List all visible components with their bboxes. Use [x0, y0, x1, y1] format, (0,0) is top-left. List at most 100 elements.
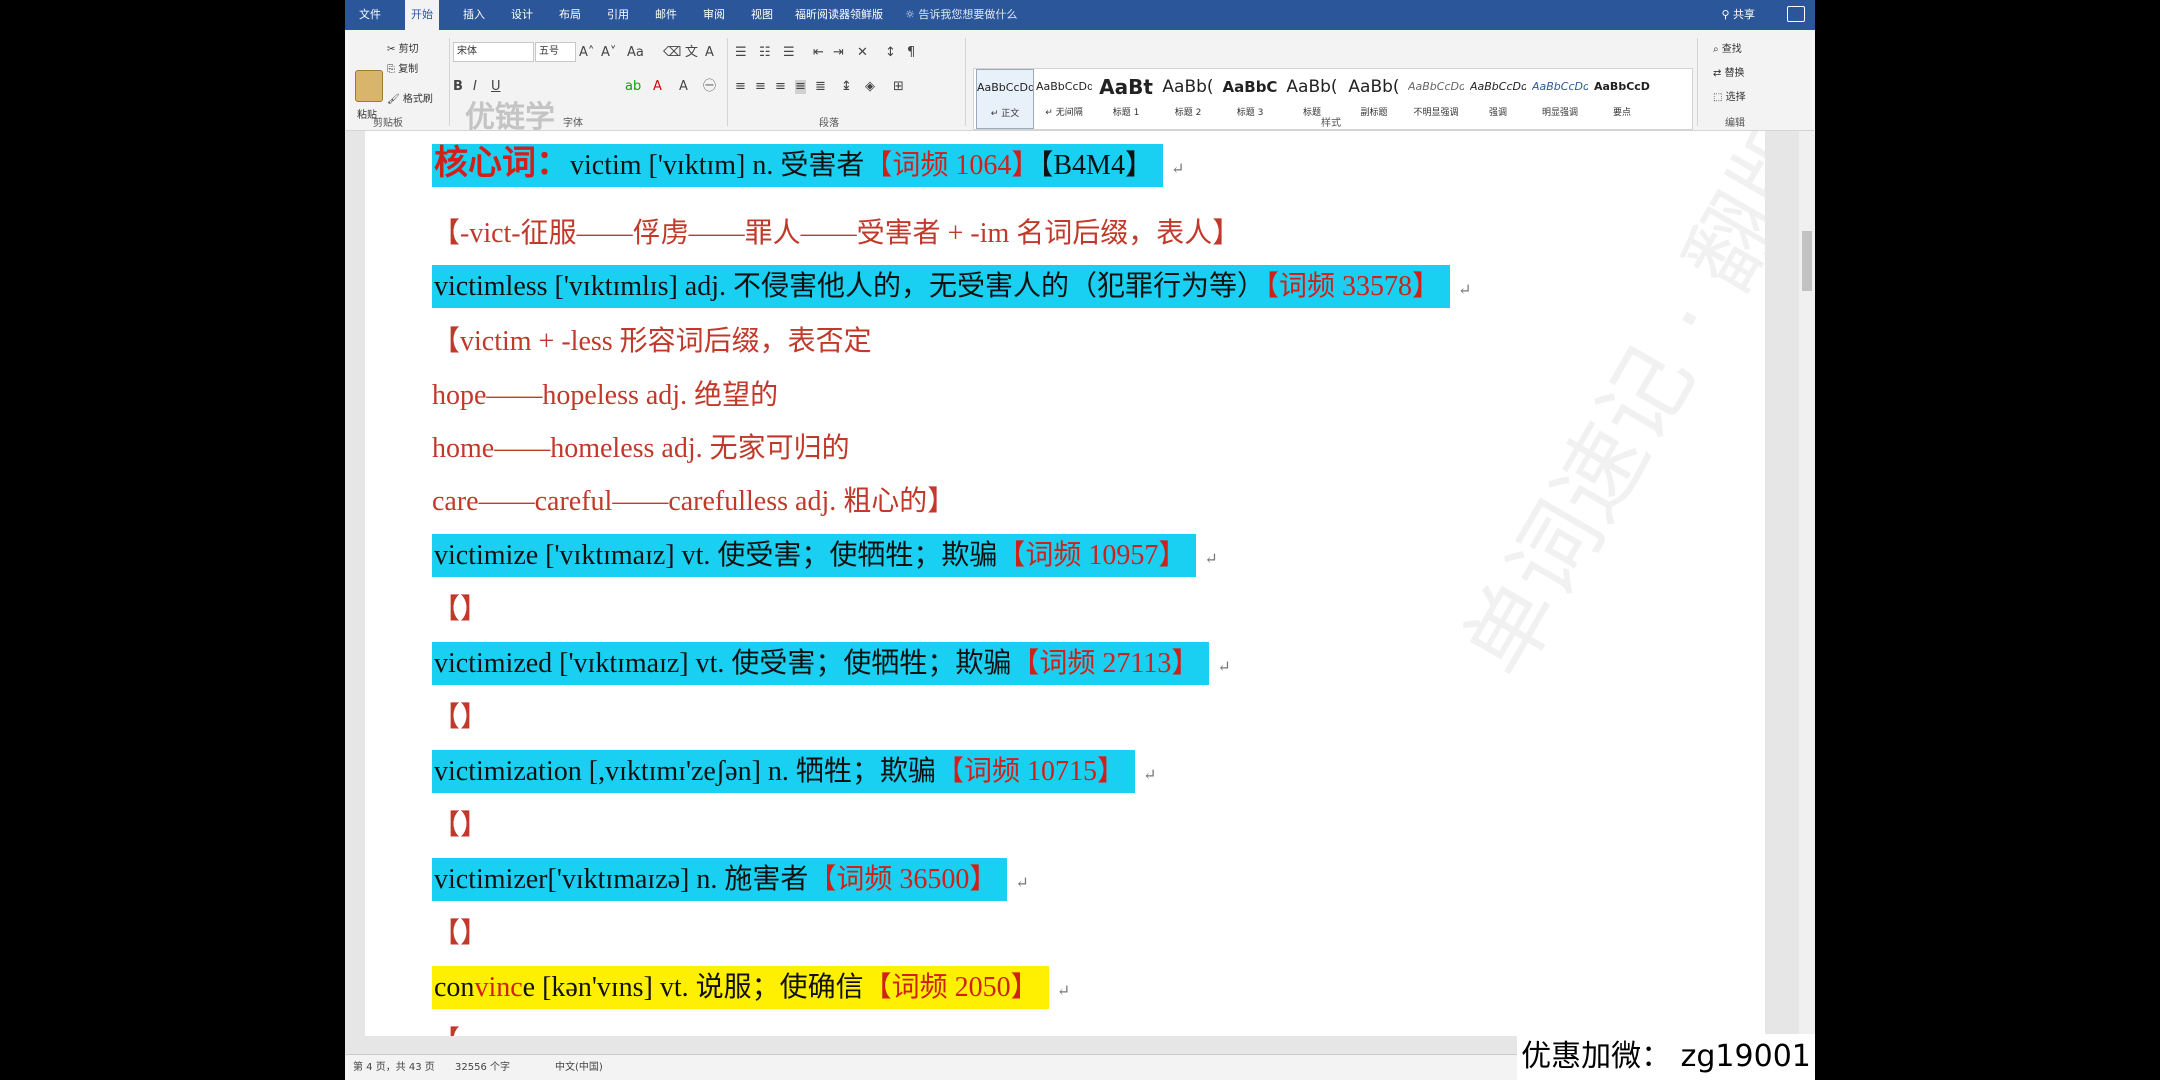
page-count[interactable]: 第 4 页，共 43 页 [353, 1055, 435, 1080]
decrease-indent-icon[interactable]: ⇤ [813, 46, 824, 60]
entry-text: victim ['vɪktɪm] n. 受害者 [570, 150, 865, 181]
root: vinc [474, 972, 523, 1003]
bracket-text: 【】 [432, 702, 489, 733]
tab-review[interactable]: 审阅 [697, 0, 731, 30]
bracket-line: 【】 [432, 695, 488, 735]
style-name: 标题 2 [1174, 108, 1202, 118]
bullets-icon[interactable]: ☰ [735, 46, 747, 60]
style-emphasis[interactable]: AaBbCcDd 强调 [1470, 69, 1526, 127]
style-no-spacing[interactable]: AaBbCcDd ↵ 无间隔 [1036, 69, 1092, 127]
style-heading-2[interactable]: AaBb( 标题 2 [1160, 69, 1216, 127]
style-subtle-emphasis[interactable]: AaBbCcDd 不明显强调 [1408, 69, 1464, 127]
font-group-label: 字体 [563, 118, 583, 129]
align-center-icon[interactable]: ≡ [755, 80, 766, 94]
shrink-font-icon[interactable]: A˅ [601, 46, 616, 60]
highlight-icon[interactable]: ab [625, 80, 641, 94]
replace-button[interactable]: ⇄ 替换 [1713, 64, 1745, 79]
enclose-char-icon[interactable]: ㊀ [703, 80, 716, 94]
bracket-text: 【】 [432, 810, 489, 841]
tab-view[interactable]: 视图 [745, 0, 779, 30]
tab-home[interactable]: 开始 [405, 0, 439, 30]
char-shading-icon[interactable]: A [679, 80, 688, 94]
divider [1697, 38, 1698, 126]
style-sample: AaBb( [1286, 77, 1338, 97]
style-subtitle[interactable]: AaBb(副标题 [1346, 69, 1402, 127]
vertical-scrollbar[interactable] [1799, 131, 1815, 1036]
entry-victimless: victimless ['vɪktɪmlɪs] adj. 不侵害他人的，无受害人… [432, 264, 1471, 308]
language[interactable]: 中文(中国) [555, 1055, 603, 1080]
font-name-select[interactable]: 宋体 [453, 42, 534, 62]
copy-button[interactable]: ⎘ 复制 [387, 60, 418, 75]
chinese-layout-icon[interactable]: ✕ [857, 46, 868, 60]
underline-icon[interactable]: U [491, 80, 501, 94]
frequency: 【词频 27113】 [1011, 648, 1200, 679]
entry-victim: 核心词：victim ['vɪktɪm] n. 受害者【词频 1064】【B4M… [432, 135, 1184, 187]
tab-file[interactable]: 文件 [353, 0, 387, 30]
format-painter-button[interactable]: 🖌 格式刷 [387, 90, 433, 105]
justify-icon[interactable]: ≡ [795, 80, 806, 94]
frequency: 【词频 33578】 [1265, 271, 1441, 302]
tab-foxit[interactable]: 福昕阅读器领鲜版 [789, 0, 889, 30]
style-sample: AaBt [1099, 75, 1153, 99]
style-name: 要点 [1612, 108, 1631, 118]
entry-text: victimize ['vɪktɪmaɪz] vt. 使受害；使牺牲；欺骗 [434, 540, 998, 571]
grow-font-icon[interactable]: A˄ [579, 46, 594, 60]
document-area: 单词速记 · 翻版必究 核心词：victim ['vɪktɪm] n. 受害者【… [345, 131, 1799, 1036]
bracket-text: 【】 [432, 918, 489, 949]
entry-convince: convince [kən'vɪns] vt. 说服；使确信【词频 2050】 ↵ [432, 965, 1070, 1009]
style-sample: AaBb( [1162, 77, 1214, 97]
clear-format-icon[interactable]: ⌫ [663, 46, 681, 60]
tab-mailings[interactable]: 邮件 [649, 0, 683, 30]
tab-layout[interactable]: 布局 [553, 0, 587, 30]
cut-button[interactable]: ✂ 剪切 [387, 40, 419, 55]
copy-label: 复制 [398, 64, 419, 75]
sort-icon[interactable]: ↕ [885, 46, 896, 60]
distributed-icon[interactable]: ≣ [815, 80, 826, 94]
tab-insert[interactable]: 插入 [457, 0, 491, 30]
share-button[interactable]: ⚲ 共享 [1721, 0, 1755, 30]
char-border-icon[interactable]: A [705, 46, 714, 60]
paste-icon[interactable] [355, 70, 383, 102]
style-intense-emphasis[interactable]: AaBbCcDd 明显强调 [1532, 69, 1588, 127]
show-marks-icon[interactable]: ¶ [907, 46, 915, 60]
tab-references[interactable]: 引用 [601, 0, 635, 30]
tell-me-text: 告诉我您想要做什么 [918, 8, 1018, 21]
style-sample: AaBbCcDd [977, 81, 1033, 94]
shading-icon[interactable]: ◈ [865, 80, 875, 94]
style-strong[interactable]: AaBbCcDd 要点 [1594, 69, 1650, 127]
bracket-line: 【】 [432, 587, 488, 627]
borders-icon[interactable]: ⊞ [893, 80, 904, 94]
style-normal[interactable]: AaBbCcDd ↵ 正文 [976, 69, 1034, 129]
style-heading-3[interactable]: AaBbC 标题 3 [1222, 69, 1278, 127]
change-case-icon[interactable]: Aa [627, 46, 644, 60]
entry-victimizer: victimizer['vɪktɪmaɪzə] n. 施害者【词频 36500】… [432, 857, 1029, 901]
document-page[interactable]: 单词速记 · 翻版必究 核心词：victim ['vɪktɪm] n. 受害者【… [365, 131, 1765, 1036]
align-right-icon[interactable]: ≡ [775, 80, 786, 94]
find-button[interactable]: ⌕ 查找 [1713, 40, 1742, 55]
font-color-icon[interactable]: A [653, 80, 662, 94]
select-button[interactable]: ⬚ 选择 [1713, 88, 1746, 103]
style-heading-1[interactable]: AaBt 标题 1 [1098, 69, 1154, 127]
feedback-icon[interactable] [1787, 6, 1805, 22]
phonetic-guide-icon[interactable]: 文 [685, 46, 698, 60]
find-label: 查找 [1721, 44, 1742, 55]
core-word-label: 核心词： [434, 143, 570, 183]
numbering-icon[interactable]: ☷ [759, 46, 771, 60]
style-sample: AaBb( [1348, 77, 1400, 97]
multilevel-list-icon[interactable]: ☰ [783, 46, 795, 60]
bold-icon[interactable]: B [453, 80, 463, 94]
font-size-select[interactable]: 五号 [535, 42, 576, 62]
italic-icon[interactable]: I [473, 80, 477, 94]
clipboard-group-label: 剪贴板 [373, 118, 403, 129]
tab-design[interactable]: 设计 [505, 0, 539, 30]
word-count[interactable]: 32556 个字 [455, 1055, 510, 1080]
scroll-thumb[interactable] [1802, 231, 1812, 291]
tell-me-search[interactable]: ☼ 告诉我您想要做什么 [905, 0, 1017, 30]
note-line: home——homeless adj. 无家可归的 [432, 433, 850, 464]
style-sample: AaBbCcDd [1594, 80, 1650, 93]
ribbon-tab-bar: 文件 开始 插入 设计 布局 引用 邮件 审阅 视图 福昕阅读器领鲜版 ☼ 告诉… [345, 0, 1815, 30]
format-painter-label: 格式刷 [402, 94, 433, 105]
increase-indent-icon[interactable]: ⇥ [833, 46, 844, 60]
align-left-icon[interactable]: ≡ [735, 80, 746, 94]
line-spacing-icon[interactable]: ↨ [841, 80, 852, 94]
